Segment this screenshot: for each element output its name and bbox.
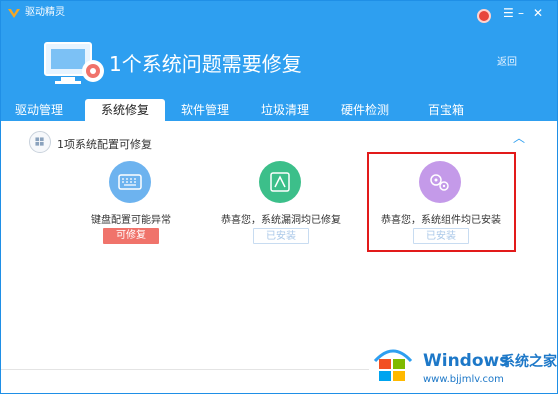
item-label: 恭喜您，系统漏洞均已修复 <box>221 215 341 226</box>
back-link[interactable]: 返回 <box>497 57 517 69</box>
header: 驱动精灵 ☰ – ✕ 1个系统问题需要修复 返回 驱动管理 系统修复 软件管理 … <box>1 1 557 121</box>
windows-config-icon <box>29 131 51 153</box>
repair-item-vulnerability: 恭喜您，系统漏洞均已修复 已安装 <box>201 161 361 251</box>
repair-item-keyboard: 键盘配置可能异常 可修复 <box>51 161 211 251</box>
tab-toolbox[interactable]: 百宝箱 <box>411 99 481 121</box>
section-label: 1项系统配置可修复 <box>57 138 152 151</box>
close-icon[interactable]: ✕ <box>533 7 543 19</box>
app-logo-icon <box>8 9 20 18</box>
watermark-title: Windows <box>423 351 510 371</box>
keyboard-icon <box>109 161 151 203</box>
shield-icon <box>259 161 301 203</box>
avatar-icon[interactable] <box>477 9 491 23</box>
installed-button: 已安装 <box>253 228 309 244</box>
page-headline: 1个系统问题需要修复 <box>109 52 302 76</box>
tab-system-repair[interactable]: 系统修复 <box>85 99 165 121</box>
tab-bar: 驱动管理 系统修复 软件管理 垃圾清理 硬件检测 百宝箱 <box>1 99 557 121</box>
tab-junk-cleanup[interactable]: 垃圾清理 <box>247 99 323 121</box>
collapse-chevron-icon[interactable]: ︿ <box>513 129 525 146</box>
watermark-subtitle: 系统之家 <box>501 354 557 370</box>
windows-logo-icon <box>373 349 413 381</box>
tab-driver-management[interactable]: 驱动管理 <box>1 99 77 121</box>
title-bar: 驱动精灵 ☰ – ✕ <box>1 1 557 25</box>
divider <box>1 369 369 370</box>
tab-hardware-check[interactable]: 硬件检测 <box>327 99 403 121</box>
fix-button[interactable]: 可修复 <box>103 228 159 244</box>
menu-icon[interactable]: ☰ <box>503 7 514 19</box>
monitor-repair-icon <box>44 42 104 84</box>
driver-genius-window: 驱动精灵 ☰ – ✕ 1个系统问题需要修复 返回 驱动管理 系统修复 软件管理 … <box>0 0 558 394</box>
app-title: 驱动精灵 <box>25 7 65 18</box>
watermark-url: www.bjjmlv.com <box>423 374 504 385</box>
highlight-box <box>367 152 516 252</box>
minimize-icon[interactable]: – <box>518 7 524 19</box>
tab-software-management[interactable]: 软件管理 <box>167 99 243 121</box>
item-label: 键盘配置可能异常 <box>91 215 171 226</box>
